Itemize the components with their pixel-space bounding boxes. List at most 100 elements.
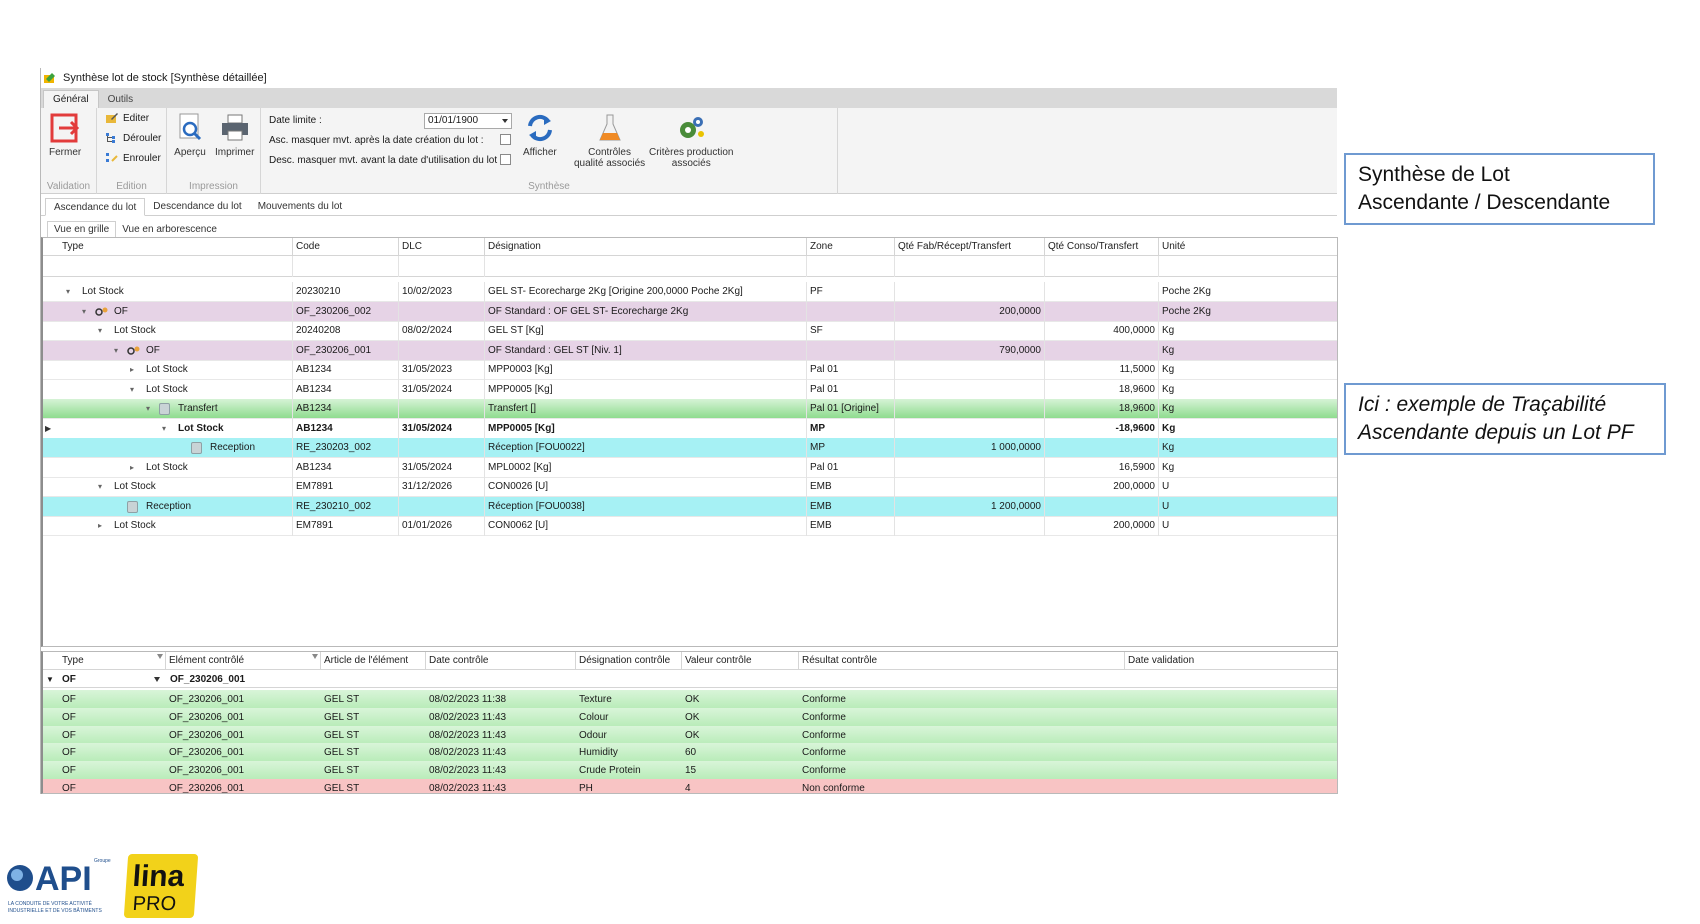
controls-row[interactable]: OF OF_230206_001 GEL ST 08/02/2023 11:38 Tex… bbox=[43, 690, 1337, 709]
column-filter-icon[interactable] bbox=[157, 654, 163, 659]
filter-element-value[interactable]: OF_230206_001 bbox=[167, 670, 322, 689]
controls-column-header-date[interactable]: Date contrôle bbox=[426, 652, 576, 670]
tab-vue-arborescence[interactable]: Vue en arborescence bbox=[116, 221, 223, 237]
controls-column-header-valeur[interactable]: Valeur contrôle bbox=[682, 652, 799, 670]
controls-row[interactable]: OF OF_230206_001 GEL ST 08/02/2023 11:43 Col… bbox=[43, 707, 1337, 727]
grid-filter-row[interactable] bbox=[43, 256, 1337, 277]
enrouler-button[interactable]: Enrouler bbox=[105, 152, 161, 164]
controls-cell-valeur: 60 bbox=[685, 747, 697, 759]
table-row[interactable]: ▸ Lot Stock AB1234 31/05/2023 MPP0003 [Kg] Pa… bbox=[43, 360, 1337, 380]
cell-type: Transfert bbox=[175, 399, 293, 419]
chevron-down-icon[interactable]: ▾ bbox=[111, 341, 121, 361]
filter-cell-dlc[interactable] bbox=[399, 256, 485, 277]
cell-designation: MPP0005 [Kg] bbox=[485, 418, 807, 439]
imprimer-button[interactable]: Imprimer bbox=[215, 112, 254, 158]
afficher-button[interactable]: Afficher bbox=[523, 112, 557, 158]
controls-row[interactable]: OF OF_230206_001 GEL ST 08/02/2023 11:43 Cru… bbox=[43, 761, 1337, 781]
column-header-dlc[interactable]: DLC bbox=[399, 238, 485, 256]
tab-descendance[interactable]: Descendance du lot bbox=[145, 197, 249, 215]
apercu-button[interactable]: Aperçu bbox=[174, 112, 206, 158]
table-row[interactable]: Reception RE_230203_002 Réception [FOU0022… bbox=[43, 438, 1337, 458]
filter-cell-qfab[interactable] bbox=[895, 256, 1045, 277]
asc-masquer-checkbox[interactable] bbox=[500, 134, 511, 145]
table-row[interactable]: ▸ Lot Stock AB1234 31/05/2024 MPL0002 [Kg] Pa… bbox=[43, 457, 1337, 478]
editer-button[interactable]: Editer bbox=[105, 112, 149, 124]
column-header-code[interactable]: Code bbox=[293, 238, 399, 256]
table-row[interactable]: Reception RE_230210_002 Réception [FOU0038… bbox=[43, 496, 1337, 517]
filter-cell-type[interactable] bbox=[59, 256, 293, 277]
column-header-qconso[interactable]: Qté Conso/Transfert bbox=[1045, 238, 1159, 256]
chevron-down-icon[interactable]: ▾ bbox=[127, 380, 137, 400]
derouler-button[interactable]: Dérouler bbox=[105, 132, 161, 144]
column-header-zone[interactable]: Zone bbox=[807, 238, 895, 256]
cell-qconso bbox=[1045, 438, 1159, 458]
preview-icon bbox=[174, 112, 206, 144]
cell-designation: MPP0005 [Kg] bbox=[485, 379, 807, 400]
filter-cell-qconso[interactable] bbox=[1045, 256, 1159, 277]
table-row[interactable]: ▾ OF OF_230206_002 OF Standard : OF GEL ST-… bbox=[43, 301, 1337, 322]
criteres-production-button[interactable]: Critères production associés bbox=[649, 112, 733, 169]
column-header-unite[interactable]: Unité bbox=[1159, 238, 1337, 256]
controls-column-header-resultat[interactable]: Résultat contrôle bbox=[799, 652, 1125, 670]
controls-row[interactable]: OF OF_230206_001 GEL ST 08/02/2023 11:43 Hum… bbox=[43, 743, 1337, 763]
filter-cell-unite[interactable] bbox=[1159, 256, 1337, 277]
date-limite-input[interactable]: 01/01/1900 bbox=[424, 113, 512, 129]
filter-cell-code[interactable] bbox=[293, 256, 399, 277]
tab-outils[interactable]: Outils bbox=[99, 90, 143, 108]
callout-synthese-line2: Ascendante / Descendante bbox=[1358, 191, 1611, 214]
cell-designation: CON0062 [U] bbox=[485, 516, 807, 536]
table-row[interactable]: ▾ Lot Stock 20240208 08/02/2024 GEL ST [Kg] S… bbox=[43, 321, 1337, 341]
cell-zone: MP bbox=[807, 418, 895, 439]
table-row[interactable]: ▾ Lot Stock EM7891 31/12/2026 CON0026 [U] EMB… bbox=[43, 477, 1337, 497]
cell-qfab: 1 000,0000 bbox=[895, 438, 1045, 458]
chevron-right-icon[interactable]: ▸ bbox=[127, 360, 137, 380]
controls-column-header-article[interactable]: Article de l'élément bbox=[321, 652, 426, 670]
chevron-down-icon[interactable]: ▾ bbox=[79, 302, 89, 322]
tab-general[interactable]: Général bbox=[43, 90, 99, 108]
filter-cell-designation[interactable] bbox=[485, 256, 807, 277]
cell-designation: GEL ST- Ecorecharge 2Kg [Origine 200,000… bbox=[485, 282, 807, 302]
cell-dlc: 31/05/2023 bbox=[399, 360, 485, 380]
synthese-caption: Synthèse bbox=[528, 181, 570, 192]
derouler-label: Dérouler bbox=[123, 132, 162, 144]
desc-masquer-checkbox[interactable] bbox=[500, 154, 511, 165]
chevron-down-icon[interactable]: ▾ bbox=[63, 282, 73, 302]
chevron-down-icon[interactable]: ▾ bbox=[159, 419, 169, 439]
controls-column-header-designation[interactable]: Désignation contrôle bbox=[576, 652, 682, 670]
controls-column-header-element[interactable]: Elément contrôlé bbox=[166, 652, 321, 670]
table-row[interactable]: ▾ Transfert AB1234 Transfert [] Pal 01 [Orig… bbox=[43, 399, 1337, 419]
tab-ascendance[interactable]: Ascendance du lot bbox=[45, 198, 146, 216]
cell-qfab bbox=[895, 477, 1045, 497]
tracability-grid: Type Code DLC Désignation Zone Qté Fab/Récept… bbox=[41, 237, 1338, 647]
chevron-right-icon[interactable]: ▸ bbox=[95, 516, 105, 536]
controls-filter-row[interactable]: ▼ OF OF_230206_001 bbox=[43, 670, 1337, 688]
filter-type-value[interactable]: OF bbox=[59, 670, 166, 689]
column-header-qfab[interactable]: Qté Fab/Récept/Transfert bbox=[895, 238, 1045, 256]
chevron-down-icon[interactable] bbox=[154, 677, 160, 682]
cell-unite: Kg bbox=[1159, 321, 1337, 341]
tab-vue-grille[interactable]: Vue en grille bbox=[47, 221, 117, 237]
table-row[interactable]: ▾ Lot Stock 20230210 10/02/2023 GEL ST- Ecor… bbox=[43, 282, 1337, 302]
flask-icon bbox=[594, 112, 626, 144]
column-header-type[interactable]: Type bbox=[59, 238, 293, 256]
column-header-designation[interactable]: Désignation bbox=[485, 238, 807, 256]
column-filter-icon[interactable] bbox=[312, 654, 318, 659]
tab-mouvements[interactable]: Mouvements du lot bbox=[250, 197, 351, 215]
controls-column-header-validation[interactable]: Date validation bbox=[1125, 652, 1337, 670]
fermer-button[interactable]: Fermer bbox=[49, 112, 81, 158]
filter-cell-zone[interactable] bbox=[807, 256, 895, 277]
chevron-down-icon[interactable]: ▾ bbox=[143, 399, 153, 419]
controles-label-1: Contrôles bbox=[588, 147, 631, 158]
table-row[interactable]: ▾ OF OF_230206_001 OF Standard : GEL ST [Ni… bbox=[43, 340, 1337, 361]
controls-row[interactable]: OF OF_230206_001 GEL ST 08/02/2023 11:43 Odo… bbox=[43, 725, 1337, 745]
controles-qualite-button[interactable]: Contrôles qualité associés bbox=[574, 112, 645, 169]
chevron-right-icon[interactable]: ▸ bbox=[127, 458, 137, 478]
table-row[interactable]: ▾ Lot Stock AB1234 31/05/2024 MPP0005 [Kg] Pa… bbox=[43, 379, 1337, 400]
chevron-down-icon[interactable]: ▾ bbox=[95, 321, 105, 341]
chevron-down-icon[interactable] bbox=[502, 119, 508, 123]
controls-column-header-type[interactable]: Type bbox=[59, 652, 166, 670]
controls-row[interactable]: OF OF_230206_001 GEL ST 08/02/2023 11:43 PH 4… bbox=[43, 779, 1337, 793]
chevron-down-icon[interactable]: ▾ bbox=[95, 477, 105, 497]
table-row[interactable]: ▸ Lot Stock EM7891 01/01/2026 CON0062 [U] EMB… bbox=[43, 516, 1337, 536]
table-row[interactable]: ▶ ▾ Lot Stock AB1234 31/05/2024 MPP0005 [Kg] M… bbox=[43, 418, 1337, 439]
